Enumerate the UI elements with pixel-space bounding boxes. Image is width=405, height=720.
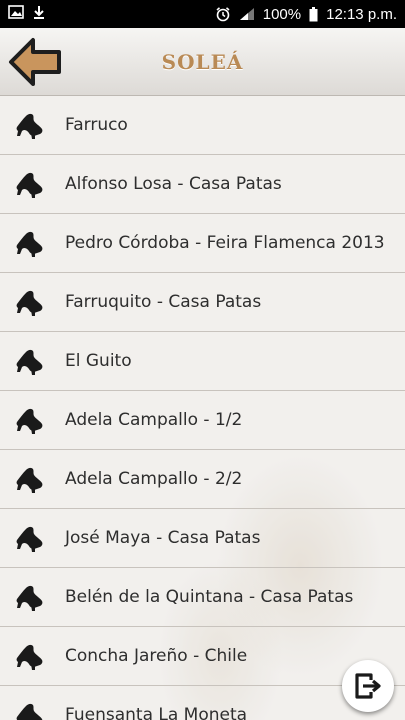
list-item-label: Alfonso Losa - Casa Patas [65,174,282,194]
flamenco-shoe-icon [16,349,43,375]
app-bar: SOLEÁ [0,28,405,96]
flamenco-shoe-icon [16,231,43,257]
flamenco-shoe-icon [16,113,43,139]
clock: 12:13 p.m. [326,5,397,23]
exit-button[interactable] [342,660,394,712]
list-item[interactable]: Adela Campallo - 1/2 [0,391,405,450]
back-button[interactable] [7,35,63,89]
flamenco-shoe-icon [16,644,43,670]
status-left [8,5,46,24]
flamenco-shoe-icon [16,703,43,720]
flamenco-shoe-icon [16,172,43,198]
battery-icon [309,6,318,22]
list-item-label: Farruquito - Casa Patas [65,292,262,312]
flamenco-shoe-icon [16,467,43,493]
list-item[interactable]: Farruquito - Casa Patas [0,273,405,332]
video-list: Farruco Alfonso Losa - Casa Patas Pedro Có… [0,96,405,720]
status-right: 100% 12:13 p.m. [215,6,397,23]
list-item[interactable]: Farruco [0,96,405,155]
list-item-label: El Guito [65,351,132,371]
list-item[interactable]: El Guito [0,332,405,391]
back-arrow-icon [9,38,61,86]
list-item-label: Fuensanta La Moneta [65,705,248,720]
list-item[interactable]: José Maya - Casa Patas [0,509,405,568]
alarm-icon [215,6,231,22]
flamenco-shoe-icon [16,526,43,552]
status-bar: 100% 12:13 p.m. [0,0,405,28]
list-item-label: Adela Campallo - 2/2 [65,469,243,489]
image-notification-icon [8,5,24,23]
flamenco-shoe-icon [16,290,43,316]
list-item[interactable]: Pedro Córdoba - Feira Flamenca 2013 [0,214,405,273]
signal-icon [239,7,255,21]
list-item-label: Belén de la Quintana - Casa Patas [65,587,354,607]
exit-icon [355,673,381,699]
list-item[interactable]: Belén de la Quintana - Casa Patas [0,568,405,627]
list-item-label: Pedro Córdoba - Feira Flamenca 2013 [65,233,385,253]
list-item-label: José Maya - Casa Patas [65,528,261,548]
list-item-label: Concha Jareño - Chile [65,646,248,666]
list-item[interactable]: Alfonso Losa - Casa Patas [0,155,405,214]
flamenco-shoe-icon [16,585,43,611]
battery-percent: 100% [262,5,302,23]
flamenco-shoe-icon [16,408,43,434]
list-item-label: Farruco [65,115,128,135]
download-icon [32,5,46,24]
list-item[interactable]: Adela Campallo - 2/2 [0,450,405,509]
list-item-label: Adela Campallo - 1/2 [65,410,243,430]
